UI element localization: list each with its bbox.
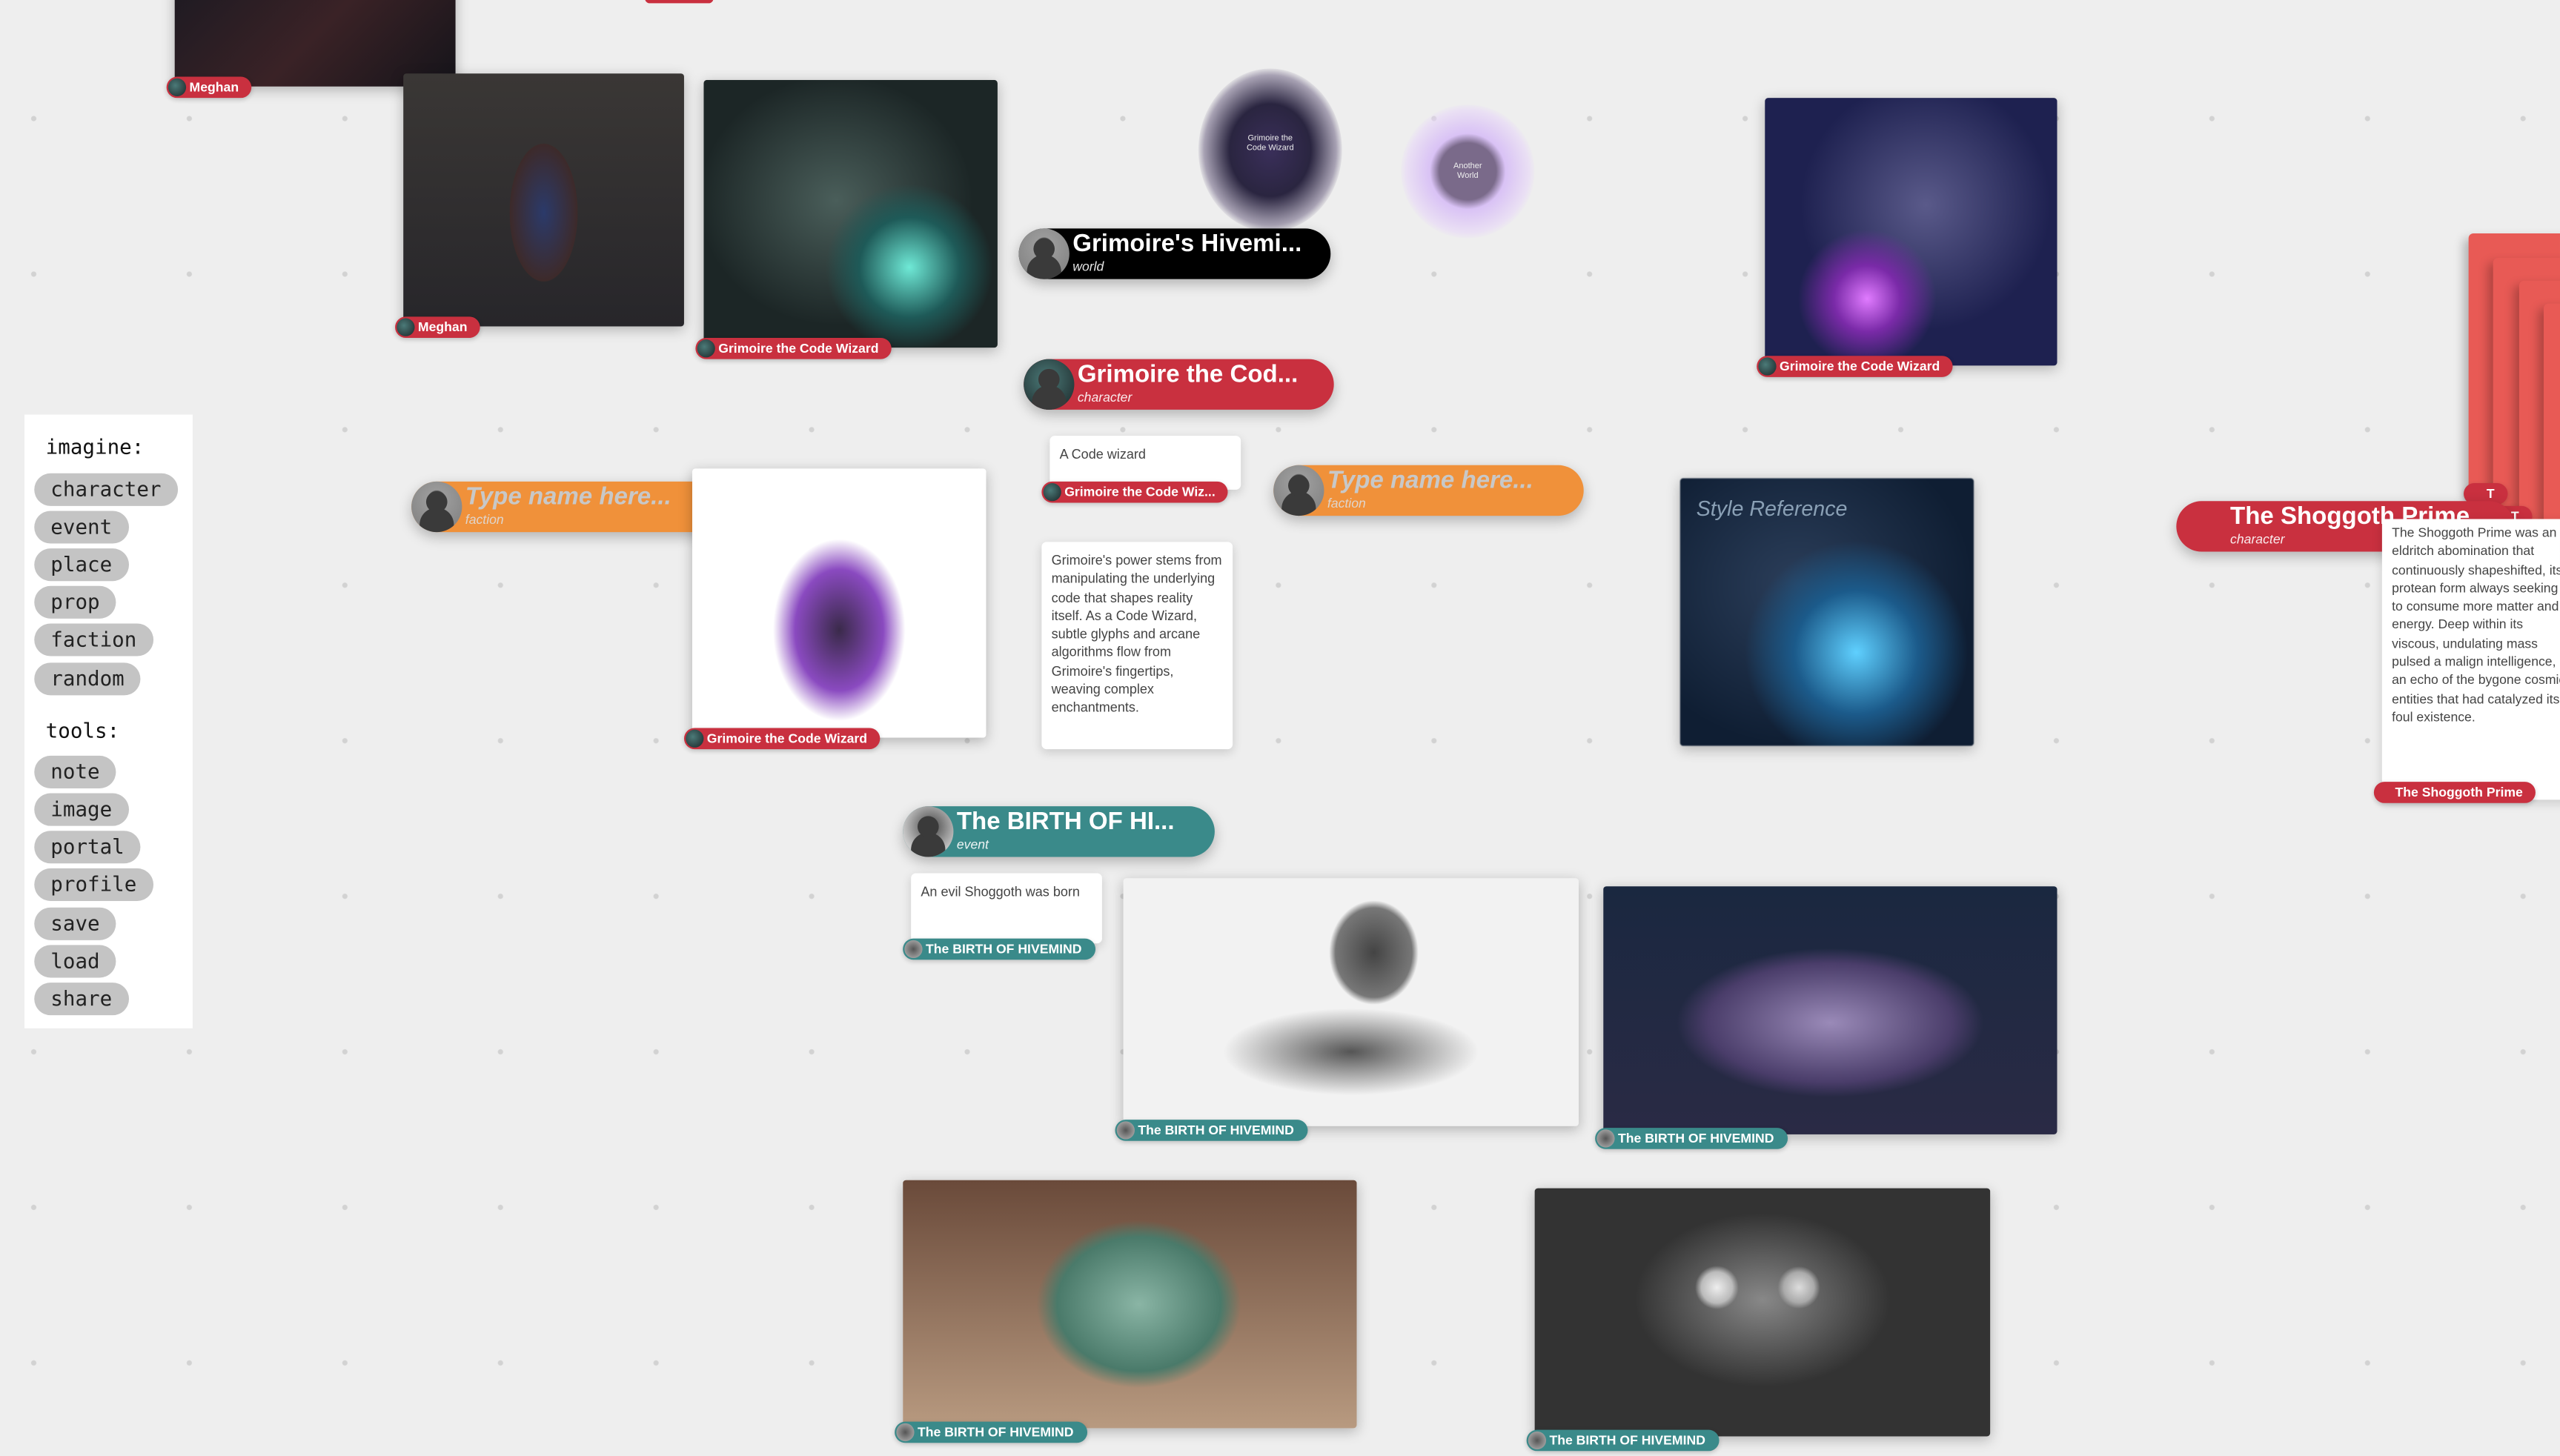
- avatar: [1528, 1431, 1547, 1450]
- portal-label: Grimoire the Code Wizard: [1246, 133, 1294, 154]
- image-label[interactable]: The BIRTH OF HIVEMIND: [1115, 1120, 1307, 1141]
- label-text: The Shoggoth Prime: [2395, 785, 2523, 800]
- canvas[interactable]: Meghan Meghan Grimoire the Code Wizard G…: [0, 0, 2560, 1456]
- partial-card-top[interactable]: [645, 0, 714, 4]
- note-text[interactable]: An evil Shoggoth was born: [921, 885, 1080, 900]
- image-meghan[interactable]: [403, 73, 684, 327]
- pill-type: event: [956, 837, 989, 852]
- avatar: [1024, 359, 1075, 410]
- pill-title[interactable]: The BIRTH OF HI...: [957, 808, 1175, 835]
- label-text: The BIRTH OF HIVEMIND: [1617, 1131, 1774, 1146]
- note-text[interactable]: Grimoire's power stems from manipulating…: [1052, 554, 1222, 716]
- image-label[interactable]: Grimoire the Code Wizard: [695, 337, 892, 359]
- tool-save-button[interactable]: save: [34, 907, 116, 940]
- sidebar-toolbar: imagine: character event place prop fact…: [24, 414, 193, 1028]
- label-text: Grimoire the Code Wizard: [718, 341, 879, 356]
- pill-type: character: [1077, 390, 1133, 405]
- image-label[interactable]: Meghan: [166, 76, 252, 99]
- image-purple-coral[interactable]: [1603, 886, 2057, 1134]
- image-green-octopus[interactable]: [903, 1180, 1357, 1429]
- avatar: [903, 806, 954, 857]
- faction-name-input[interactable]: Type name here...: [1327, 467, 1533, 494]
- faction-name-input[interactable]: Type name here...: [465, 483, 671, 511]
- image-label[interactable]: Meghan: [395, 316, 481, 338]
- note-label[interactable]: The Shoggoth Prime: [2373, 782, 2536, 803]
- image-wizard-purple[interactable]: [1765, 98, 2057, 366]
- label-text: Grimoire the Code Wizard: [1780, 359, 1940, 374]
- pill-type: character: [2230, 532, 2285, 547]
- note-text[interactable]: A Code wizard: [1060, 448, 1146, 462]
- label-text: Meghan: [189, 79, 239, 95]
- faction-pill[interactable]: Type name here... faction: [411, 481, 723, 533]
- pill-title[interactable]: Grimoire the Cod...: [1078, 361, 1298, 388]
- pill-type: world: [1072, 259, 1104, 275]
- imagine-prop-button[interactable]: prop: [34, 585, 116, 619]
- tool-image-button[interactable]: image: [34, 793, 129, 826]
- label-text: Grimoire the Code Wizard: [706, 731, 868, 746]
- avatar: [1043, 483, 1061, 502]
- tool-note-button[interactable]: note: [34, 755, 116, 788]
- tools-heading: tools:: [45, 718, 120, 743]
- image-label[interactable]: The BIRTH OF HIVEMIND: [1595, 1128, 1788, 1149]
- note-shoggoth-desc[interactable]: The Shoggoth Prime was an eldritch abomi…: [2381, 519, 2560, 800]
- avatar: [168, 78, 187, 96]
- label-text: Meghan: [417, 319, 468, 335]
- label-text: The BIRTH OF HIVEMIND: [1138, 1123, 1294, 1138]
- avatar: [1116, 1121, 1135, 1140]
- note-power[interactable]: Grimoire's power stems from manipulating…: [1041, 542, 1233, 750]
- image-label[interactable]: Grimoire the Code Wizard: [683, 728, 881, 750]
- imagine-character-button[interactable]: character: [34, 473, 178, 506]
- world-pill[interactable]: Grimoire's Hivemi... world: [1018, 228, 1331, 279]
- image-label[interactable]: The BIRTH OF HIVEMIND: [895, 1421, 1087, 1443]
- note-text[interactable]: The Shoggoth Prime was an eldritch abomi…: [2392, 525, 2560, 725]
- tool-load-button[interactable]: load: [34, 945, 116, 978]
- pill-type: faction: [465, 512, 504, 528]
- image-wizard-white[interactable]: [692, 468, 986, 738]
- avatar: [904, 940, 923, 959]
- faction-pill[interactable]: Type name here... faction: [1273, 465, 1584, 516]
- avatar: [896, 1423, 915, 1442]
- label-text: The BIRTH OF HIVEMIND: [925, 942, 1082, 957]
- avatar-placeholder-icon: [1018, 228, 1070, 279]
- pill-title[interactable]: Grimoire's Hivemi...: [1072, 230, 1301, 258]
- label-text: The BIRTH OF HIVEMIND: [917, 1425, 1074, 1440]
- character-pill[interactable]: Grimoire the Cod... character: [1024, 359, 1334, 410]
- tool-profile-button[interactable]: profile: [34, 868, 153, 901]
- avatar: [686, 729, 704, 748]
- label-text: Grimoire the Code Wiz...: [1064, 485, 1216, 500]
- avatar: [697, 339, 715, 358]
- style-reference-label: Style Reference: [1696, 496, 1848, 521]
- note-label[interactable]: Grimoire the Code Wiz...: [1041, 481, 1229, 503]
- note-label[interactable]: The BIRTH OF HIVEMIND: [903, 938, 1095, 960]
- label-text: The BIRTH OF HIVEMIND: [1549, 1433, 1705, 1448]
- event-pill[interactable]: The BIRTH OF HI... event: [903, 806, 1215, 857]
- avatar-placeholder-icon: [1273, 465, 1324, 516]
- image-label[interactable]: Grimoire the Code Wizard: [1757, 356, 1953, 377]
- tool-share-button[interactable]: share: [34, 983, 129, 1016]
- avatar: [397, 318, 415, 336]
- imagine-heading: imagine:: [45, 433, 145, 459]
- image-octopus-sketch[interactable]: [1123, 878, 1579, 1126]
- note-shoggoth-born[interactable]: An evil Shoggoth was born: [911, 873, 1102, 944]
- avatar: [1596, 1129, 1615, 1148]
- imagine-place-button[interactable]: place: [34, 548, 129, 582]
- image-wizard-teal[interactable]: [703, 79, 998, 348]
- avatar: [1758, 357, 1777, 376]
- avatar-placeholder-icon: [411, 481, 462, 533]
- image-dark-octopus[interactable]: [1534, 1188, 1991, 1437]
- portal-label: Another World: [1453, 162, 1482, 182]
- image-label[interactable]: The BIRTH OF HIVEMIND: [1526, 1429, 1719, 1452]
- imagine-event-button[interactable]: event: [34, 511, 129, 544]
- imagine-faction-button[interactable]: faction: [34, 623, 153, 656]
- pill-type: faction: [1327, 496, 1366, 511]
- tool-portal-button[interactable]: portal: [34, 831, 141, 864]
- imagine-random-button[interactable]: random: [34, 662, 141, 696]
